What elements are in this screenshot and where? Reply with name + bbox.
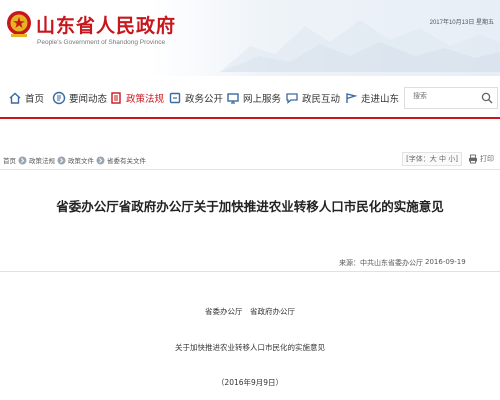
breadcrumb-policy-documents[interactable]: 政策文件 (68, 155, 94, 165)
article-source: 来源：中共山东省委办公厅 (339, 259, 423, 267)
breadcrumb-current[interactable]: 省委有关文件 (107, 155, 146, 165)
article-title: 省委办公厅省政府办公厅关于加快推进农业转移人口市民化的实施意见 (56, 199, 444, 214)
current-date: 2017年10月13日 星期五 (429, 20, 494, 26)
site-title[interactable]: 山东省人民政府 (36, 11, 176, 38)
search-box (404, 87, 498, 109)
nav-item-open-government[interactable]: 政务公开 (168, 88, 223, 108)
article-document-title: 关于加快推进农业转移人口市民化的实施意见 (175, 343, 325, 352)
search-icon[interactable] (481, 92, 493, 104)
nav-item-label: 网上服务 (243, 94, 282, 105)
nav-item-home[interactable]: 首页 (8, 88, 44, 108)
meta-divider (0, 271, 500, 272)
interaction-icon (286, 93, 298, 104)
chevron-right-icon (18, 156, 27, 164)
nav-divider (0, 117, 500, 119)
article-meta: 来源：中共山东省委办公厅 2016-09-19 (0, 256, 500, 272)
article-date: 2016-09-19 (425, 258, 466, 266)
article-tools: [字体：大 中 小] 打印 (402, 152, 494, 166)
breadcrumb-home[interactable]: 首页 (3, 155, 16, 165)
nav-item-interaction[interactable]: 政民互动 (285, 88, 340, 108)
nav-item-label: 要闻动态 (69, 94, 108, 105)
printer-icon (469, 154, 477, 164)
news-icon (52, 91, 66, 105)
nav-item-label: 首页 (25, 94, 45, 105)
font-size-control[interactable]: [字体：大 中 小] (402, 152, 462, 166)
mountain-silhouette (220, 20, 500, 72)
print-label: 打印 (480, 155, 494, 163)
breadcrumb-policy[interactable]: 政策法规 (29, 155, 55, 165)
chevron-right-icon (57, 156, 66, 164)
nav-item-news[interactable]: 要闻动态 (52, 88, 107, 108)
shandong-icon (346, 93, 358, 103)
breadcrumb-bar: 首页 政策法规 政策文件 省委有关文件 [字体：大 中 小] 打印 (0, 150, 500, 170)
nav-item-policy[interactable]: 政策法规 (109, 88, 164, 108)
nav-item-shandong[interactable]: 走进山东 (344, 88, 399, 108)
nav-item-label: 走进山东 (361, 94, 400, 105)
nav-item-label: 政务公开 (185, 94, 224, 105)
chevron-right-icon (96, 156, 105, 164)
policy-icon (111, 92, 121, 104)
nav-item-online-service[interactable]: 网上服务 (226, 88, 281, 108)
national-emblem-icon (7, 11, 31, 37)
site-header: 山东省人民政府 People's Government of Shandong … (0, 0, 500, 76)
home-icon (9, 92, 21, 104)
article-document-date: （2016年9月9日） (216, 378, 284, 387)
article-issuers: 省委办公厅 省政府办公厅 (205, 307, 295, 316)
site-subtitle: People's Government of Shandong Province (37, 39, 166, 46)
open-government-icon (169, 92, 181, 104)
nav-item-label: 政策法规 (126, 94, 165, 105)
online-service-icon (227, 93, 239, 104)
nav-item-label: 政民互动 (302, 94, 341, 105)
print-button[interactable]: 打印 (468, 154, 494, 164)
breadcrumb: 首页 政策法规 政策文件 省委有关文件 (3, 155, 146, 165)
search-input[interactable] (413, 92, 473, 100)
